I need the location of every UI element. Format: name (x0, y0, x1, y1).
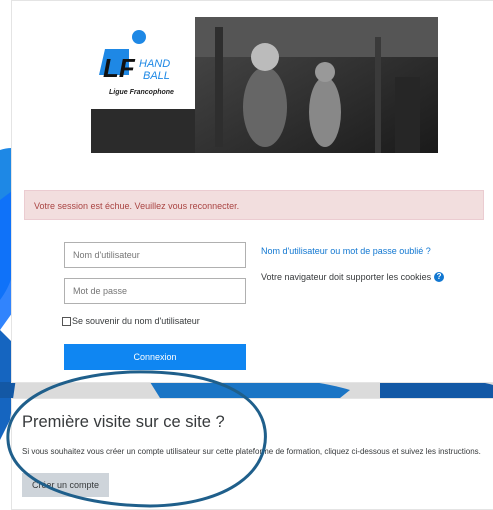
first-visit-title: Première visite sur ce site ? (22, 413, 225, 431)
logo-subtitle: Ligue Francophone (109, 89, 174, 96)
first-visit-panel: Première visite sur ce site ? Si vous so… (11, 398, 493, 510)
session-expired-alert: Votre session est échue. Veuillez vous r… (24, 190, 484, 220)
username-input[interactable] (64, 242, 246, 268)
remember-label: Se souvenir du nom d'utilisateur (72, 316, 200, 326)
forgot-password-link[interactable]: Nom d'utilisateur ou mot de passe oublié… (261, 246, 431, 256)
svg-text:LF: LF (103, 53, 136, 83)
svg-text:BALL: BALL (143, 70, 170, 82)
remember-checkbox[interactable] (62, 316, 71, 326)
help-icon[interactable]: ? (434, 272, 445, 282)
login-button[interactable]: Connexion (64, 344, 246, 370)
password-input[interactable] (64, 278, 246, 304)
cookies-text: Votre navigateur doit supporter les cook… (261, 272, 432, 282)
first-visit-text: Si vous souhaitez vous créer un compte u… (22, 447, 481, 456)
header-photo (195, 17, 438, 153)
header-panel: LF HAND BALL Ligue Francophone (11, 0, 493, 164)
logo: LF HAND BALL Ligue Francophone (91, 17, 195, 109)
create-account-button[interactable]: Créer un compte (22, 473, 109, 497)
svg-text:HAND: HAND (139, 58, 170, 70)
login-panel: Votre session est échue. Veuillez vous r… (11, 162, 493, 383)
header-banner: LF HAND BALL Ligue Francophone (91, 17, 438, 153)
remember-username[interactable]: Se souvenir du nom d'utilisateur (62, 316, 200, 326)
cookies-notice: Votre navigateur doit supporter les cook… (261, 272, 445, 282)
